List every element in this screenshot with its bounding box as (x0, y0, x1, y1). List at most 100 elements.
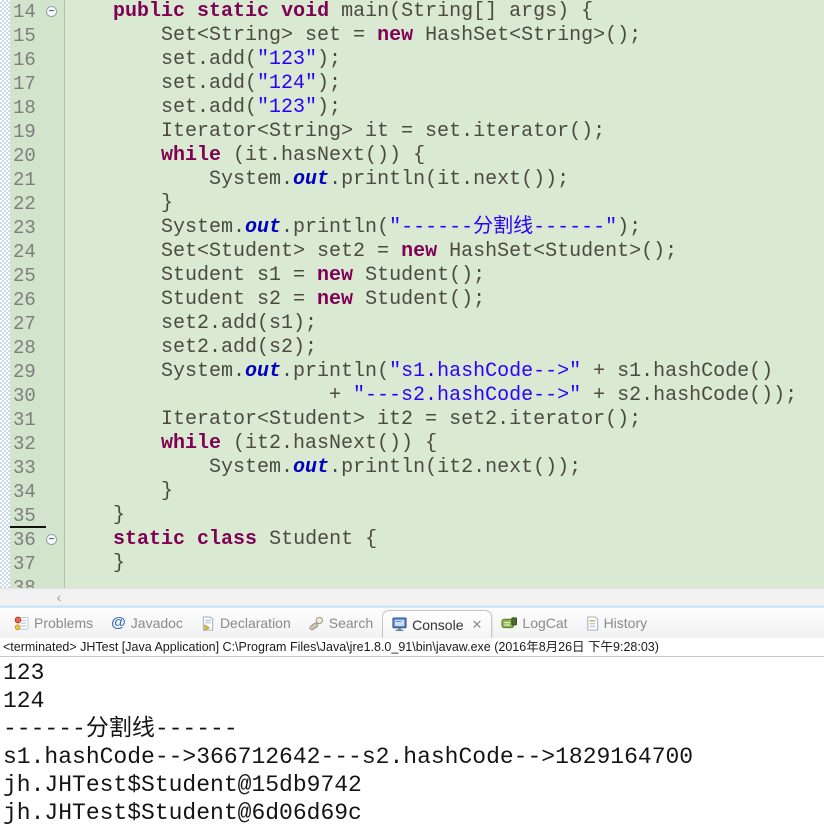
code-line[interactable]: 33 System.out.println(it2.next()); (10, 456, 824, 480)
line-number[interactable]: 37 (10, 552, 46, 576)
tab-search[interactable]: Search (300, 608, 382, 638)
line-number[interactable]: 25 (10, 264, 46, 288)
code-line[interactable]: 15 Set<String> set = new HashSet<String>… (10, 24, 824, 48)
code-line[interactable]: 26 Student s2 = new Student(); (10, 288, 824, 312)
line-number[interactable]: 20 (10, 144, 46, 168)
line-number[interactable]: 29 (10, 360, 46, 384)
code-line[interactable]: 20 while (it.hasNext()) { (10, 144, 824, 168)
line-number[interactable]: 14 (10, 0, 46, 24)
tab-label: Declaration (219, 615, 291, 631)
editor-lines: 14− public static void main(String[] arg… (10, 0, 824, 588)
code-line[interactable]: 22 } (10, 192, 824, 216)
line-number[interactable]: 31 (10, 408, 46, 432)
line-number[interactable]: 28 (10, 336, 46, 360)
code-text: System.out.println("------分割线------"); (65, 216, 642, 239)
code-line[interactable]: 31 Iterator<Student> it2 = set2.iterator… (10, 408, 824, 432)
tab-declaration[interactable]: Declaration (192, 608, 300, 638)
line-number[interactable]: 26 (10, 288, 46, 312)
fold-collapse-icon[interactable]: − (46, 6, 57, 17)
code-text: } (65, 552, 126, 575)
line-number[interactable]: 30 (10, 384, 46, 408)
fold-column (46, 216, 65, 240)
code-text: set2.add(s1); (65, 312, 318, 335)
code-text: while (it2.hasNext()) { (161, 432, 438, 455)
code-line[interactable]: 36− static class Student { (10, 528, 824, 552)
code-line[interactable]: 19 Iterator<String> it = set.iterator(); (10, 120, 824, 144)
code-text: System.out.println(it2.next()); (65, 456, 582, 479)
code-line[interactable]: 32 while (it2.hasNext()) { (10, 432, 824, 456)
line-number[interactable]: 19 (10, 120, 46, 144)
fold-column (46, 480, 65, 504)
code-text: while (it.hasNext()) { (161, 144, 426, 167)
code-text: Set<String> set = new HashSet<String>(); (65, 24, 642, 47)
code-line[interactable]: 17 set.add("124"); (10, 72, 824, 96)
fold-column (46, 192, 65, 216)
code-line[interactable]: 35 } (10, 504, 824, 528)
fold-column (46, 72, 65, 96)
line-number[interactable]: 27 (10, 312, 46, 336)
line-number[interactable]: 38 (10, 576, 46, 588)
code-text: Iterator<Student> it2 = set2.iterator(); (65, 408, 642, 431)
code-line[interactable]: 21 System.out.println(it.next()); (10, 168, 824, 192)
code-text: set.add("124"); (65, 72, 342, 95)
line-number[interactable]: 35 (10, 504, 46, 528)
problems-icon (14, 616, 29, 631)
code-text: Set<Student> set2 = new HashSet<Student>… (65, 240, 678, 263)
code-line[interactable]: 34 } (10, 480, 824, 504)
fold-column (46, 552, 65, 576)
tab-history[interactable]: History (577, 608, 657, 638)
code-line[interactable]: 25 Student s1 = new Student(); (10, 264, 824, 288)
line-number[interactable]: 36 (10, 528, 46, 552)
tab-console[interactable]: Console ✕ (382, 610, 493, 638)
line-number[interactable]: 21 (10, 168, 46, 192)
code-line[interactable]: 29 System.out.println("s1.hashCode-->" +… (10, 360, 824, 384)
line-number[interactable]: 32 (10, 432, 46, 456)
console-line: ------分割线------ (3, 716, 238, 742)
line-number[interactable]: 23 (10, 216, 46, 240)
line-number[interactable]: 17 (10, 72, 46, 96)
scroll-left-arrow-icon[interactable]: ‹ (50, 589, 68, 605)
fold-collapse-icon[interactable]: − (46, 534, 57, 545)
code-line[interactable]: 18 set.add("123"); (10, 96, 824, 120)
line-number[interactable]: 33 (10, 456, 46, 480)
declaration-icon (201, 615, 215, 631)
tab-label: LogCat (522, 615, 568, 631)
annotation-marker-strip (0, 0, 10, 588)
code-line[interactable]: 28 set2.add(s2); (10, 336, 824, 360)
code-line[interactable]: 16 set.add("123"); (10, 48, 824, 72)
line-number[interactable]: 18 (10, 96, 46, 120)
code-line[interactable]: 14− public static void main(String[] arg… (10, 0, 824, 24)
line-number[interactable]: 16 (10, 48, 46, 72)
tab-javadoc[interactable]: @ Javadoc (102, 608, 192, 638)
console-line: jh.JHTest$Student@6d06d69c (3, 800, 362, 825)
fold-column (46, 240, 65, 264)
java-code-editor[interactable]: 14− public static void main(String[] arg… (0, 0, 824, 588)
fold-column (46, 432, 65, 456)
tab-label: Console (412, 616, 464, 633)
code-line[interactable]: 24 Set<Student> set2 = new HashSet<Stude… (10, 240, 824, 264)
code-text: + "---s2.hashCode-->" + s2.hashCode()); (65, 384, 798, 407)
code-text: static class Student { (113, 528, 378, 551)
horizontal-scrollbar[interactable]: ‹ (0, 588, 824, 605)
fold-column (46, 360, 65, 384)
code-line[interactable]: 30 + "---s2.hashCode-->" + s2.hashCode()… (10, 384, 824, 408)
fold-column (46, 96, 65, 120)
fold-column (46, 456, 65, 480)
console-output[interactable]: 123 124 ------分割线------ s1.hashCode-->36671… (0, 657, 824, 825)
code-line[interactable]: 38 (10, 576, 824, 588)
code-text: System.out.println("s1.hashCode-->" + s1… (65, 360, 774, 383)
code-text: Student s2 = new Student(); (65, 288, 486, 311)
code-line[interactable]: 37 } (10, 552, 824, 576)
line-number[interactable]: 22 (10, 192, 46, 216)
console-status-line: <terminated> JHTest [Java Application] C… (0, 638, 824, 657)
tab-logcat[interactable]: LogCat (492, 608, 576, 638)
code-line[interactable]: 27 set2.add(s1); (10, 312, 824, 336)
line-number[interactable]: 34 (10, 480, 46, 504)
tab-problems[interactable]: Problems (5, 608, 102, 638)
code-text: } (65, 192, 174, 215)
code-line[interactable]: 23 System.out.println("------分割线------")… (10, 216, 824, 240)
fold-column (46, 120, 65, 144)
line-number[interactable]: 15 (10, 24, 46, 48)
line-number[interactable]: 24 (10, 240, 46, 264)
close-icon[interactable]: ✕ (472, 617, 483, 633)
